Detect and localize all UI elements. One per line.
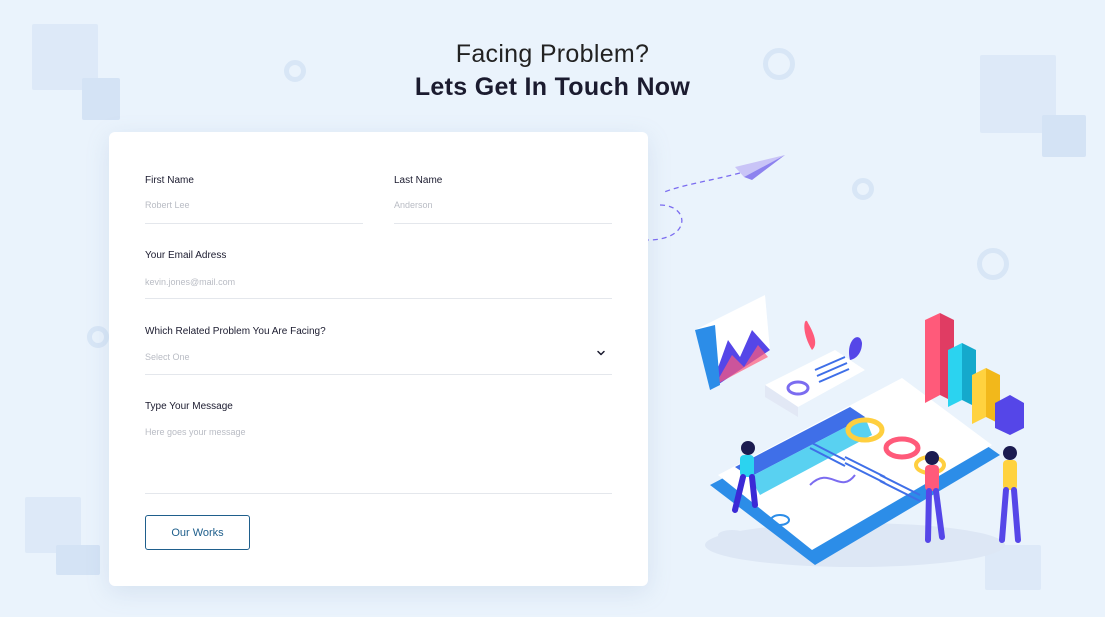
person-standing-right <box>999 446 1021 543</box>
message-underline <box>145 493 612 494</box>
analytics-illustration <box>647 155 1024 567</box>
message-label: Type Your Message <box>145 401 233 412</box>
last-name-field[interactable]: Last Name Anderson <box>394 175 612 225</box>
first-name-label: First Name <box>145 175 194 186</box>
last-name-underline <box>394 223 612 224</box>
area-chart-panel <box>695 295 770 390</box>
last-name-label: Last Name <box>394 175 443 186</box>
contact-form-card: First Name Robert Lee Last Name Anderson… <box>109 132 648 586</box>
chevron-down-icon[interactable] <box>596 348 606 358</box>
paper-plane-icon <box>647 155 785 241</box>
problem-underline <box>145 374 612 375</box>
problem-select[interactable]: Which Related Problem You Are Facing? Se… <box>145 326 612 376</box>
email-label: Your Email Adress <box>145 250 227 261</box>
heading-line-2: Lets Get In Touch Now <box>414 73 691 101</box>
email-field[interactable]: Your Email Adress kevin.jones@mail.com <box>145 250 612 300</box>
email-underline <box>145 298 612 299</box>
page-heading: Facing Problem? Lets Get In Touch Now <box>0 40 1105 102</box>
last-name-input[interactable]: Anderson <box>394 200 612 210</box>
message-field[interactable]: Type Your Message Here goes your message <box>145 401 612 495</box>
first-name-input[interactable]: Robert Lee <box>145 200 363 210</box>
heading-line-1: Facing Problem? <box>455 40 650 68</box>
problem-label: Which Related Problem You Are Facing? <box>145 326 326 337</box>
message-textarea[interactable]: Here goes your message <box>145 427 612 437</box>
problem-selected-value[interactable]: Select One <box>145 352 612 362</box>
email-input[interactable]: kevin.jones@mail.com <box>145 277 612 287</box>
our-works-button[interactable]: Our Works <box>145 515 250 550</box>
first-name-field[interactable]: First Name Robert Lee <box>145 175 363 225</box>
first-name-underline <box>145 223 363 224</box>
